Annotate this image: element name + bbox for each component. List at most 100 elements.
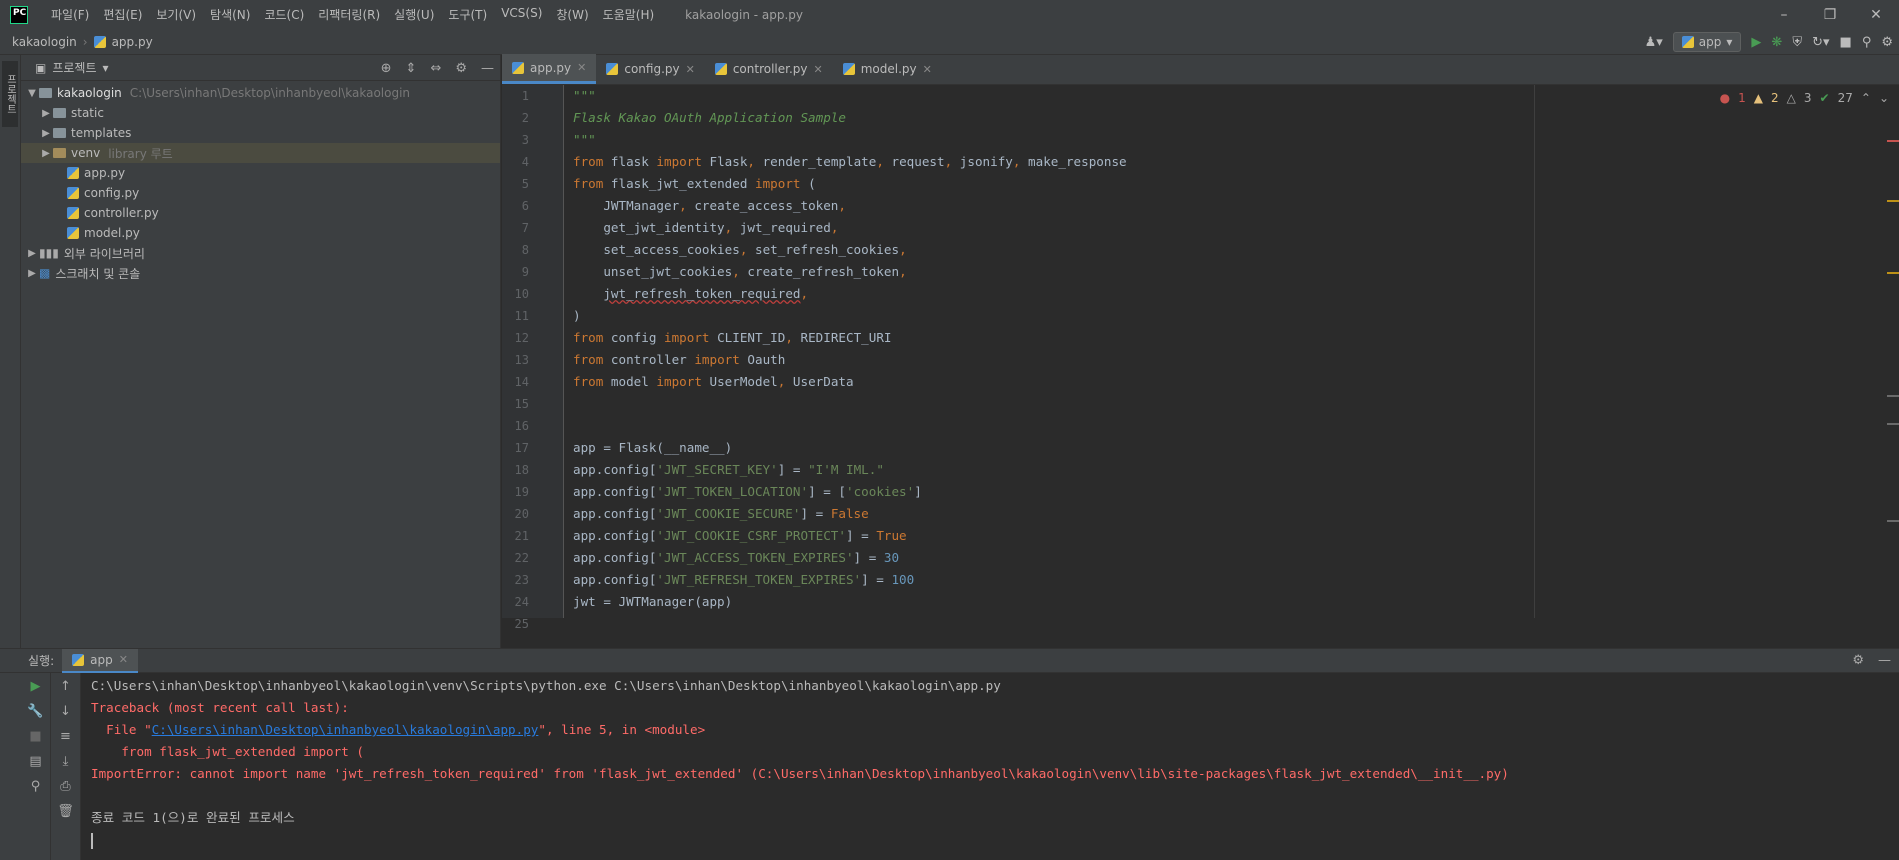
rerun-icon[interactable]: ▶ [31, 679, 41, 694]
stripe-mark[interactable] [1887, 520, 1899, 522]
tree-scratches[interactable]: ▶ ▩ 스크래치 및 콘솔 [21, 263, 500, 283]
tab-config-py[interactable]: config.py ✕ [596, 54, 704, 84]
restore-icon[interactable]: ❐ [1807, 0, 1853, 29]
chevron-right-icon: › [82, 34, 88, 49]
stripe-mark[interactable] [1887, 272, 1899, 274]
menu-help[interactable]: 도움말(H) [596, 6, 662, 23]
code-line: app.config['JWT_COOKIE_CSRF_PROTECT'] = … [573, 528, 907, 543]
minimize-icon[interactable]: – [1761, 0, 1807, 29]
profile-icon[interactable]: ↻▾ [1812, 35, 1829, 50]
gear-icon[interactable]: ⚙ [455, 61, 467, 76]
gear-icon[interactable]: ⚙ [1852, 653, 1864, 668]
project-panel-title[interactable]: 프로젝트 [52, 59, 96, 76]
tab-app-py[interactable]: app.py ✕ [502, 54, 597, 84]
tree-folder-static[interactable]: ▶ static [21, 103, 500, 123]
close-tab-icon[interactable]: ✕ [119, 653, 128, 666]
layout-icon[interactable]: ▤ [29, 754, 41, 769]
stripe-mark[interactable] [1887, 395, 1899, 397]
console-exit: 종료 코드 1(으)로 완료된 프로세스 [91, 810, 295, 825]
tab-controller-py[interactable]: controller.py ✕ [705, 54, 833, 84]
python-file-icon [1681, 36, 1694, 48]
breadcrumb-file[interactable]: app.py [112, 35, 153, 49]
chevron-right-icon[interactable]: ▶ [25, 268, 39, 279]
tab-label: controller.py [732, 62, 808, 76]
stripe-mark[interactable] [1887, 200, 1899, 202]
check-icon: ✔ [1819, 91, 1830, 105]
chevron-right-icon[interactable]: ▶ [39, 148, 53, 159]
expand-all-icon[interactable]: ⇕ [406, 61, 417, 76]
menu-window[interactable]: 창(W) [549, 6, 595, 23]
hide-icon[interactable]: — [481, 61, 494, 76]
locate-icon[interactable]: ⊕ [381, 61, 392, 76]
stripe-mark[interactable] [1887, 140, 1899, 142]
tab-model-py[interactable]: model.py ✕ [833, 54, 942, 84]
chevron-down-icon[interactable]: ▾ [103, 61, 109, 75]
console-command: C:\Users\inhan\Desktop\inhanbyeol\kakaol… [91, 678, 1001, 693]
arrow-down-icon[interactable]: ↓ [60, 704, 71, 719]
coverage-icon[interactable]: ⛨ [1792, 35, 1802, 50]
debug-icon[interactable]: ❋ [1771, 35, 1782, 50]
code-line: from flask_jwt_extended import ( [573, 176, 816, 191]
close-tab-icon[interactable]: ✕ [577, 61, 586, 74]
arrow-up-icon[interactable]: ↑ [60, 679, 71, 694]
breadcrumb-project[interactable]: kakaologin [12, 35, 77, 49]
tree-extra-label: 스크래치 및 콘솔 [55, 266, 141, 281]
menu-run[interactable]: 실행(U) [387, 6, 441, 23]
chevron-right-icon[interactable]: ▶ [39, 108, 53, 119]
menu-edit[interactable]: 편집(E) [96, 6, 149, 23]
line-number: 19 [514, 485, 529, 499]
warning-icon: ▲ [1753, 91, 1764, 105]
tree-file[interactable]: controller.py [21, 203, 500, 223]
run-config-select[interactable]: app ▾ [1672, 32, 1742, 52]
inspection-widget[interactable]: ● 1 ▲ 2 △ 3 ✔ 27 ⌃ ⌄ [1720, 91, 1889, 105]
gear-icon[interactable]: ⚙ [1881, 35, 1893, 50]
user-icon[interactable]: ♟▾ [1645, 35, 1663, 50]
collapse-all-icon[interactable]: ⇔ [430, 61, 441, 76]
tab-label: config.py [624, 62, 680, 76]
wrench-icon[interactable]: 🔧 [27, 704, 43, 719]
chevron-up-icon[interactable]: ⌃ [1861, 91, 1871, 105]
menu-vcs[interactable]: VCS(S) [494, 6, 549, 23]
line-number: 14 [514, 375, 529, 389]
stripe-mark[interactable] [1887, 423, 1899, 425]
menu-file[interactable]: 파일(F) [44, 6, 96, 23]
chevron-right-icon[interactable]: ▶ [25, 248, 39, 259]
project-panel: ▣ 프로젝트 ▾ ⊕ ⇕ ⇔ ⚙ — ▼ kakaologin C:\Users… [21, 55, 501, 648]
tree-folder-venv[interactable]: ▶ venv library 루트 [21, 143, 500, 163]
close-tab-icon[interactable]: ✕ [923, 63, 932, 76]
chevron-right-icon[interactable]: ▶ [39, 128, 53, 139]
soft-wrap-icon[interactable]: ≡ [60, 729, 71, 744]
run-tab-app[interactable]: app ✕ [62, 648, 138, 673]
scroll-to-end-icon[interactable]: ⤓ [63, 754, 69, 769]
menu-refactor[interactable]: 리팩터링(R) [311, 6, 387, 23]
line-number: 20 [514, 507, 529, 521]
menu-tools[interactable]: 도구(T) [441, 6, 494, 23]
menu-view[interactable]: 보기(V) [149, 6, 203, 23]
stop-icon[interactable]: ■ [29, 729, 41, 744]
console-cursor-line[interactable] [91, 829, 1891, 851]
menu-navigate[interactable]: 탐색(N) [203, 6, 257, 23]
stop-icon[interactable]: ■ [1840, 35, 1852, 50]
close-tab-icon[interactable]: ✕ [686, 63, 695, 76]
tree-file[interactable]: app.py [21, 163, 500, 183]
console-output[interactable]: C:\Users\inhan\Desktop\inhanbyeol\kakaol… [91, 673, 1891, 860]
tree-folder-templates[interactable]: ▶ templates [21, 123, 500, 143]
tree-file[interactable]: model.py [21, 223, 500, 243]
print-icon[interactable]: ⎙ [60, 779, 70, 794]
trash-icon[interactable]: 🗑 [57, 804, 74, 819]
console-file-link[interactable]: C:\Users\inhan\Desktop\inhanbyeol\kakaol… [152, 722, 539, 737]
project-tool-tab[interactable]: 프로젝트 [2, 61, 18, 127]
close-tab-icon[interactable]: ✕ [814, 63, 823, 76]
hide-icon[interactable]: — [1878, 653, 1891, 668]
pin-icon[interactable]: ⚲ [31, 779, 41, 794]
close-icon[interactable]: ✕ [1853, 0, 1899, 29]
menu-code[interactable]: 코드(C) [257, 6, 311, 23]
code-area[interactable]: """ Flask Kakao OAuth Application Sample… [573, 85, 1873, 618]
error-stripe[interactable] [1887, 85, 1899, 618]
tree-root[interactable]: ▼ kakaologin C:\Users\inhan\Desktop\inha… [21, 83, 500, 103]
search-icon[interactable]: ⚲ [1862, 35, 1872, 50]
tree-file[interactable]: config.py [21, 183, 500, 203]
chevron-down-icon[interactable]: ▼ [25, 88, 39, 99]
run-icon[interactable]: ▶ [1751, 35, 1761, 50]
tree-external-libraries[interactable]: ▶ ▮▮▮ 외부 라이브러리 [21, 243, 500, 263]
